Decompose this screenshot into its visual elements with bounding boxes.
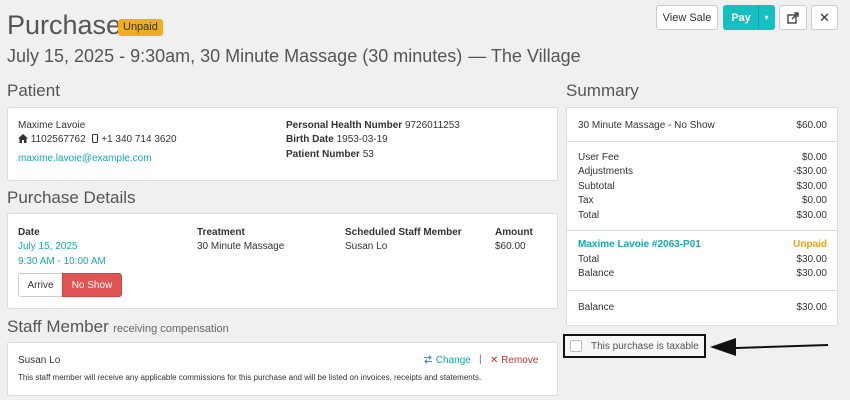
summary-fee-row: Adjustments -$30.00 [578, 166, 827, 177]
annotation-arrow-icon [710, 338, 828, 356]
patient-number-value: 53 [362, 149, 374, 160]
appointment-subtitle: July 15, 2025 - 9:30am, 30 Minute Massag… [7, 46, 581, 67]
summary-divider [566, 290, 838, 291]
balance-label: Balance [578, 302, 615, 313]
change-label: Change [435, 355, 471, 366]
user-fee-label: User Fee [578, 152, 620, 163]
payer-status: Unpaid [793, 239, 827, 250]
tax-label: Tax [578, 195, 594, 206]
staff-value: Susan Lo [345, 241, 388, 252]
summary-fee-row: User Fee $0.00 [578, 152, 827, 163]
phn-value: 9726011253 [404, 120, 460, 131]
close-button[interactable]: ✕ [811, 5, 838, 30]
balance-row: Balance $30.00 [578, 302, 827, 313]
summary-item-label: 30 Minute Massage - No Show [578, 120, 715, 131]
appointment-description: July 15, 2025 - 9:30am, 30 Minute Massag… [7, 46, 463, 66]
link-separator: | [479, 354, 482, 365]
pay-dropdown-toggle[interactable]: ▾ [758, 5, 775, 30]
status-badge: Unpaid [118, 19, 163, 36]
summary-section-title: Summary [566, 81, 639, 100]
appointment-date-link[interactable]: July 15, 2025 [18, 241, 78, 252]
patient-phones: 1102567762 +1 340 714 3620 [18, 134, 177, 145]
payer-total-row: Total $30.00 [578, 254, 827, 265]
column-header-date: Date [18, 227, 40, 238]
total-label: Total [578, 210, 600, 221]
staff-member-title: Staff Member [7, 317, 109, 336]
summary-item-row: 30 Minute Massage - No Show $60.00 [578, 120, 827, 131]
payer-link[interactable]: Maxime Lavoie #2063-P01 [578, 239, 701, 250]
birth-date-value: 1953-03-19 [336, 134, 388, 145]
staff-member-panel [7, 342, 558, 396]
close-icon: ✕ [819, 9, 830, 25]
summary-fee-row: Tax $0.00 [578, 195, 827, 206]
home-phone: 1102567762 [30, 134, 86, 145]
total-value: $30.00 [796, 210, 827, 221]
patient-number-label: Patient Number [286, 149, 360, 160]
subtotal-value: $30.00 [796, 181, 827, 192]
no-show-button[interactable]: No Show [62, 273, 122, 297]
balance-value: $30.00 [796, 302, 827, 313]
appointment-time-link[interactable]: 9:30 AM - 10:00 AM [18, 256, 106, 267]
patient-number-row: Patient Number 53 [286, 149, 374, 160]
tax-value: $0.00 [801, 195, 827, 206]
subtotal-label: Subtotal [578, 181, 615, 192]
purchase-details-section-title: Purchase Details [7, 188, 136, 207]
column-header-treatment: Treatment [197, 227, 245, 238]
payer-total-value: $30.00 [796, 254, 827, 265]
phn-label: Personal Health Number [286, 120, 403, 131]
remove-label: Remove [501, 355, 539, 366]
staff-member-name: Susan Lo [18, 355, 61, 366]
payer-balance-row: Balance $30.00 [578, 268, 827, 279]
column-header-amount: Amount [495, 227, 533, 238]
remove-icon: ✕ [490, 355, 499, 366]
treatment-value: 30 Minute Massage [197, 241, 285, 252]
arrive-button[interactable]: Arrive [18, 273, 63, 297]
view-sale-button[interactable]: View Sale [656, 5, 718, 30]
birth-date-label: Birth Date [286, 134, 334, 145]
payer-balance-label: Balance [578, 268, 615, 279]
mobile-phone-icon [92, 134, 99, 143]
payer-total-label: Total [578, 254, 600, 265]
payer-row: Maxime Lavoie #2063-P01 Unpaid [578, 239, 827, 250]
patient-section-title: Patient [7, 81, 60, 100]
caret-down-icon: ▾ [764, 13, 769, 22]
summary-fee-row: Subtotal $30.00 [578, 181, 827, 192]
exchange-icon [424, 355, 432, 364]
remove-staff-link[interactable]: ✕ Remove [490, 355, 538, 366]
mobile-phone: +1 340 714 3620 [101, 134, 177, 145]
taxable-checkbox-row[interactable]: This purchase is taxable [563, 334, 706, 358]
patient-email-link[interactable]: maxime.lavoie@example.com [18, 153, 152, 164]
taxable-label: This purchase is taxable [591, 340, 699, 352]
staff-member-subtitle: receiving compensation [113, 323, 229, 335]
summary-divider [566, 230, 838, 231]
column-header-staff: Scheduled Staff Member [345, 227, 462, 238]
change-staff-link[interactable]: Change [423, 355, 471, 366]
payer-balance-value: $30.00 [796, 268, 827, 279]
home-icon [18, 134, 28, 143]
summary-divider [566, 141, 838, 142]
amount-value: $60.00 [495, 241, 526, 252]
page-title: Purchase [7, 10, 122, 40]
user-fee-value: $0.00 [801, 152, 827, 163]
external-link-icon [787, 11, 799, 24]
adjustments-label: Adjustments [578, 166, 634, 177]
pay-button[interactable]: Pay [723, 5, 759, 30]
location: — The Village [468, 46, 581, 66]
staff-member-section-title: Staff Member receiving compensation [7, 317, 229, 337]
summary-item-value: $60.00 [796, 120, 827, 131]
birth-date-row: Birth Date 1953-03-19 [286, 134, 388, 145]
patient-name: Maxime Lavoie [18, 120, 86, 131]
summary-fee-row: Total $30.00 [578, 210, 827, 221]
taxable-checkbox[interactable] [570, 340, 582, 352]
phn-row: Personal Health Number 9726011253 [286, 120, 460, 131]
staff-member-note: This staff member will receive any appli… [18, 373, 482, 382]
adjustments-value: -$30.00 [793, 166, 827, 177]
share-button[interactable] [779, 5, 807, 30]
